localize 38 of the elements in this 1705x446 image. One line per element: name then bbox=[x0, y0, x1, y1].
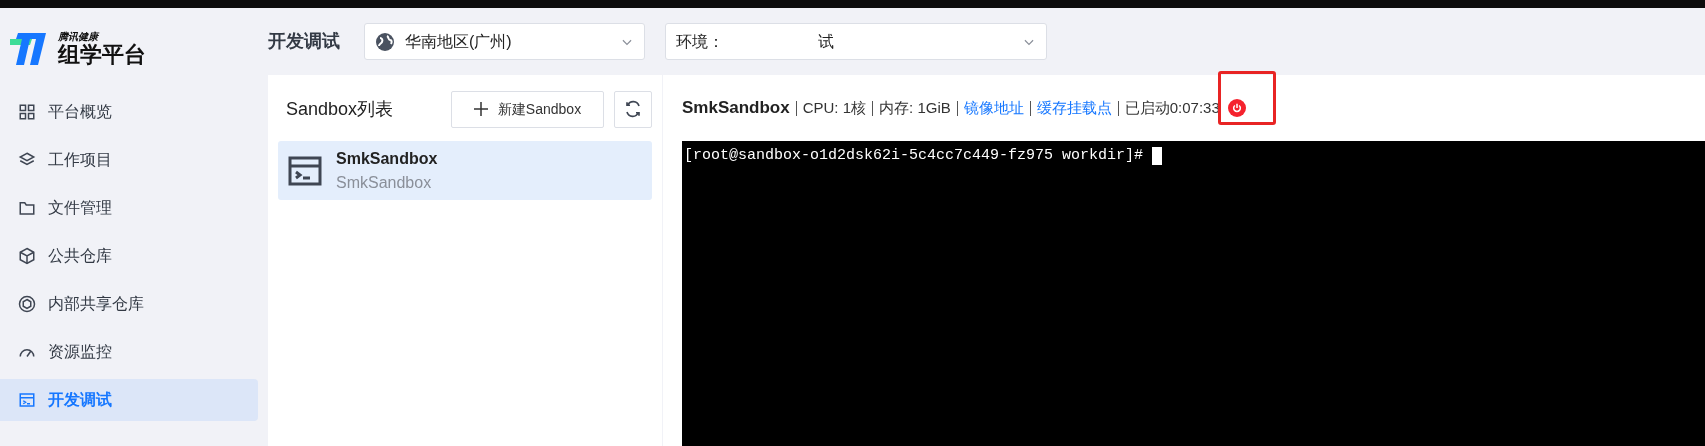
logo-brand: 腾讯健康 bbox=[58, 32, 101, 42]
environment-label: 环境： bbox=[676, 31, 725, 52]
sidebar-item[interactable]: 文件管理 bbox=[0, 187, 258, 229]
sidebar-item[interactable]: 公共仓库 bbox=[0, 235, 258, 277]
terminal-icon bbox=[288, 155, 322, 186]
panel-title: Sandbox列表 bbox=[285, 97, 395, 121]
sandbox-title: SmkSandbox bbox=[682, 97, 790, 120]
refresh-button[interactable] bbox=[614, 90, 652, 128]
plus-icon bbox=[473, 102, 488, 116]
region-select[interactable]: 华南地区(广州) bbox=[364, 23, 645, 60]
cube-circle-icon bbox=[18, 295, 36, 313]
grid-icon bbox=[18, 103, 36, 121]
sidebar-item[interactable]: 平台概览 bbox=[0, 91, 258, 133]
new-sandbox-button[interactable]: 新建Sandbox bbox=[451, 90, 604, 128]
sidebar-item[interactable]: 工作项目 bbox=[0, 139, 258, 181]
info-link[interactable]: 缓存挂载点 bbox=[1036, 96, 1112, 120]
info-text: 已启动0:07:33 bbox=[1124, 97, 1220, 118]
sandbox-name: SmkSandbox bbox=[336, 148, 438, 169]
sidebar-item[interactable]: 内部共享仓库 bbox=[0, 283, 258, 325]
logo-title: 组学平台 bbox=[58, 44, 146, 66]
info-text: 内存: 1GiB bbox=[879, 97, 951, 118]
globe-icon bbox=[375, 31, 395, 52]
cursor bbox=[1152, 147, 1163, 166]
environment-value: 试 bbox=[818, 31, 835, 52]
info-link[interactable]: 镜像地址 bbox=[963, 96, 1024, 120]
sandbox-item[interactable]: SmkSandbox SmkSandbox bbox=[278, 141, 652, 200]
power-button[interactable] bbox=[1227, 99, 1246, 117]
terminal-icon bbox=[18, 391, 36, 409]
refresh-icon bbox=[624, 100, 642, 118]
environment-select[interactable]: 环境： 试 bbox=[665, 23, 1047, 60]
cube-icon bbox=[18, 247, 36, 265]
page-title: 开发调试 bbox=[268, 30, 341, 53]
terminal-line: [root@sandbox-o1d2dsk62i-5c4cc7c449-fz975 workdir]# bbox=[684, 146, 1145, 166]
sandbox-subtitle: SmkSandbox bbox=[336, 172, 433, 193]
power-icon bbox=[1231, 103, 1242, 113]
info-text: CPU: 1核 bbox=[802, 97, 867, 118]
folder-icon bbox=[18, 199, 36, 217]
sidebar-item[interactable]: 资源监控 bbox=[0, 331, 258, 373]
